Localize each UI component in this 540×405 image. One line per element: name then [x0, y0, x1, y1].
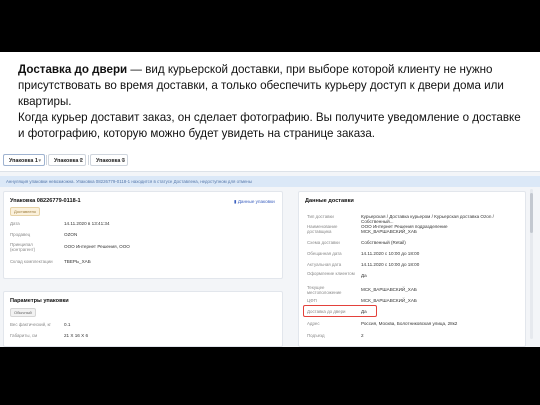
order-screenshot: Упаковка 1 ▾ Упаковка 2 ▾ Упаковка 3 ▾ Анну… — [0, 149, 540, 347]
scrollbar-thumb[interactable] — [530, 193, 533, 233]
row-value: МСК_ВАРШАВСКИЙ_ХАБ — [361, 298, 417, 303]
row-value: 2 — [361, 333, 364, 338]
row-value: OZON — [64, 232, 78, 237]
row-label: Наименование доставщика — [307, 224, 338, 234]
parameters-title: Параметры упаковки — [10, 298, 69, 304]
type-badge: Обычный — [10, 308, 36, 317]
row-value: 14.11.2020 в 13:41:34 — [64, 221, 110, 226]
row-value: ТВЕРЬ_ХАБ — [64, 259, 91, 264]
delivery-title: Данные доставки — [305, 198, 354, 204]
row-label: Склад комплектации — [10, 259, 53, 264]
chevron-down-icon: ▾ — [38, 158, 41, 164]
row-value: 21 X 16 X 6 — [64, 333, 89, 338]
row-label: Схема доставки — [307, 240, 340, 245]
truck-icon: ▮ — [234, 199, 237, 204]
tab-label: Упаковка 1 — [9, 158, 38, 164]
package-data-button-label: Данные упаковки — [237, 199, 275, 204]
status-badge: Доставлено — [10, 207, 41, 216]
tab-package-3[interactable]: Упаковка 3 ▾ — [90, 154, 128, 166]
parameters-card: Параметры упаковки Обычный Вес фактическ… — [3, 291, 283, 347]
intro-text: Доставка до двери — вид курьерской доста… — [18, 62, 523, 142]
tab-package-2[interactable]: Упаковка 2 ▾ — [48, 154, 86, 166]
tab-package-1[interactable]: Упаковка 1 ▾ — [3, 154, 45, 166]
row-value: 14.11.2020 с 10:00 до 18:00 — [361, 251, 420, 256]
tab-divider — [46, 155, 47, 165]
slide: Доставка до двери — вид курьерской доста… — [0, 52, 540, 347]
chevron-down-icon: ▾ — [79, 158, 82, 164]
row-value: МСК_ВАРШАВСКИЙ_ХАБ — [361, 287, 417, 292]
row-label: Дата — [10, 221, 20, 226]
row-label: Адрес — [307, 321, 320, 326]
row-label: Текущее местоположение — [307, 285, 342, 295]
row-label: Вес фактический, кг — [10, 322, 51, 327]
row-label: Продавец — [10, 232, 31, 237]
row-label: Подъезд — [307, 333, 325, 338]
row-value: ООО Интернет Решения, ООО — [64, 244, 130, 249]
tab-divider — [88, 155, 89, 165]
row-value: Да — [361, 273, 367, 278]
row-label: Принципал (контрагент) — [10, 242, 36, 252]
package-tabs: Упаковка 1 ▾ Упаковка 2 ▾ Упаковка 3 ▾ — [0, 149, 540, 172]
door-delivery-highlight — [303, 305, 377, 317]
package-data-button[interactable]: ▮ Данные упаковки — [234, 199, 275, 205]
intro-bold-term: Доставка до двери — [18, 63, 128, 76]
cancel-alert: Аннуляция упаковки невозможна. Упаковка … — [0, 176, 540, 187]
row-label: Тип доставки — [307, 214, 334, 219]
row-label: Оформление клиентом — [307, 271, 355, 276]
row-label: Актуальная дата — [307, 262, 342, 267]
row-label: ЦФП — [307, 298, 317, 303]
row-value: ООО Интернет Решения подразделение МСК_В… — [361, 224, 448, 234]
row-value: 0.1 — [64, 322, 71, 327]
chevron-down-icon: ▾ — [121, 158, 124, 164]
row-label: Габариты, см — [10, 333, 38, 338]
scrollbar[interactable] — [530, 189, 533, 339]
row-value: Россия, Москва, Болотниковская улица, 28… — [361, 321, 458, 326]
intro-second-paragraph: Когда курьер доставит заказ, он сделает … — [18, 111, 521, 140]
package-title: Упаковка 08226779-0118-1 — [10, 198, 81, 204]
row-value: Собственный (Retail) — [361, 240, 406, 245]
row-value: Курьерская / Доставка курьером / Курьерс… — [361, 214, 494, 224]
delivery-card: Данные доставки Тип доставки Курьерская … — [298, 191, 526, 347]
row-value: 14.11.2020 с 10:00 до 18:00 — [361, 262, 420, 267]
package-card: Упаковка 08226779-0118-1 Доставлено ▮ Да… — [3, 191, 283, 279]
row-label: Обещанная дата — [307, 251, 342, 256]
